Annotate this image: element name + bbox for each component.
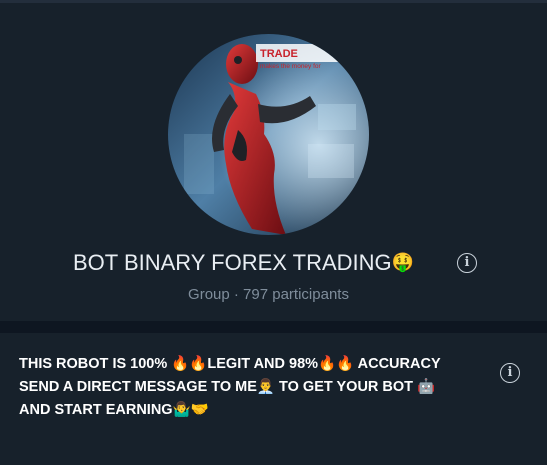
title-row: BOT BINARY FOREX TRADING🤑 i: [0, 249, 547, 279]
avatar-logo-text: TRADE: [260, 48, 298, 60]
description-section: THIS ROBOT IS 100% 🔥🔥LEGIT AND 98%🔥🔥 ACC…: [0, 333, 547, 465]
section-divider: [0, 321, 547, 333]
group-subtitle: Group · 797 participants: [188, 286, 349, 303]
group-title: BOT BINARY FOREX TRADING🤑: [73, 249, 414, 277]
group-title-text: BOT BINARY FOREX TRADING: [73, 250, 392, 275]
description-line: AND START EARNING🤷‍♂️🤝: [19, 402, 209, 418]
chat-info-header: TRADE makes the money for BOT BINARY FOR…: [0, 3, 547, 321]
money-face-emoji: 🤑: [391, 252, 415, 273]
info-icon[interactable]: i: [457, 253, 477, 273]
group-avatar[interactable]: TRADE makes the money for: [168, 34, 369, 235]
info-icon[interactable]: i: [500, 363, 520, 383]
description-line: SEND A DIRECT MESSAGE TO ME👨‍💼 TO GET YO…: [19, 379, 436, 395]
group-description: THIS ROBOT IS 100% 🔥🔥LEGIT AND 98%🔥🔥 ACC…: [19, 353, 489, 422]
avatar-logo-tagline: makes the money for: [260, 63, 322, 70]
avatar-image: TRADE makes the money for: [168, 34, 369, 235]
description-line: THIS ROBOT IS 100% 🔥🔥LEGIT AND 98%🔥🔥 ACC…: [19, 356, 441, 372]
